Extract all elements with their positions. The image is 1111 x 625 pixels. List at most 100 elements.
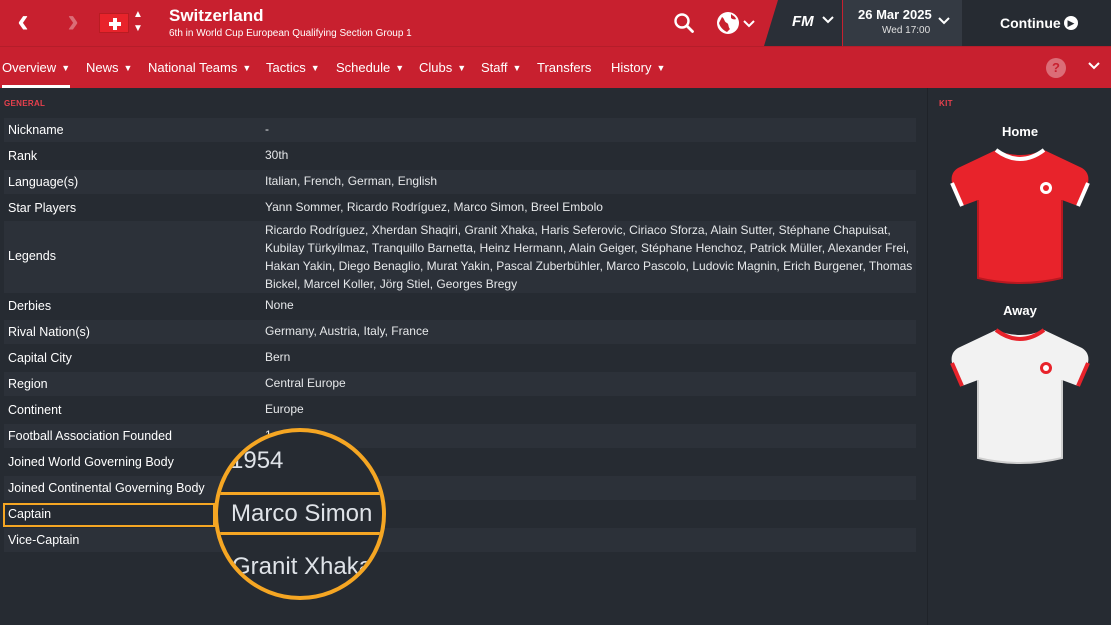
magnified-vice-captain: Granit Xhaka bbox=[232, 553, 373, 580]
general-section-title: GENERAL bbox=[4, 99, 46, 108]
menu-national-teams-label: National Teams bbox=[148, 60, 238, 75]
away-shirt-icon[interactable] bbox=[948, 326, 1092, 468]
info-row-joined-world-body: Joined World Governing Body bbox=[4, 450, 916, 474]
info-label: Rival Nation(s) bbox=[8, 325, 90, 339]
play-icon: ▶ bbox=[1064, 16, 1078, 30]
chevron-down-icon: ▼ bbox=[123, 63, 133, 73]
switzerland-flag-icon bbox=[99, 13, 129, 33]
continue-label: Continue bbox=[1000, 15, 1061, 31]
info-value: Italian, French, German, English bbox=[265, 174, 438, 188]
current-time: Wed 17:00 bbox=[882, 25, 931, 36]
chevron-down-icon: ▼ bbox=[242, 63, 252, 73]
menu-history-label: History bbox=[611, 60, 652, 75]
title-bar: ‹ › ▲ ▼ Switzerland 6th in World Cup Eur… bbox=[0, 0, 1111, 46]
info-row-capital-city: Capital City Bern bbox=[4, 346, 916, 370]
info-value[interactable]: Ricardo Rodríguez, Xherdan Shaqiri, Gran… bbox=[265, 221, 915, 293]
info-label: Rank bbox=[8, 149, 38, 163]
globe-menu-button[interactable] bbox=[716, 10, 758, 36]
info-label: Language(s) bbox=[8, 175, 79, 189]
info-label: Continent bbox=[8, 403, 62, 417]
fm-logo: FM bbox=[792, 13, 814, 30]
info-value[interactable]: Germany, Austria, Italy, France bbox=[265, 322, 915, 340]
page-title: Switzerland bbox=[169, 6, 264, 25]
info-label: Capital City bbox=[8, 351, 72, 365]
info-label: Star Players bbox=[8, 201, 77, 215]
info-label: Joined Continental Governing Body bbox=[8, 481, 205, 495]
info-row-joined-continental-body: Joined Continental Governing Body bbox=[4, 476, 916, 500]
info-value: - bbox=[265, 122, 269, 136]
menu-schedule[interactable]: Schedule ▼ bbox=[336, 47, 404, 89]
info-row-rival-nations: Rival Nation(s) Germany, Austria, Italy,… bbox=[4, 320, 916, 344]
menu-transfers-label: Transfers bbox=[537, 60, 592, 75]
chevron-down-icon: ▼ bbox=[310, 63, 320, 73]
kit-panel: KIT Home Away bbox=[927, 88, 1111, 625]
menu-staff-label: Staff bbox=[481, 60, 508, 75]
info-row-region: Region Central Europe bbox=[4, 372, 916, 396]
general-panel: GENERAL Nickname - Rank 30th Language(s)… bbox=[0, 88, 926, 625]
menu-clubs-label: Clubs bbox=[419, 60, 453, 75]
info-value: 30th bbox=[265, 148, 289, 162]
menu-staff[interactable]: Staff ▼ bbox=[481, 47, 521, 89]
current-date: 26 Mar 2025 bbox=[858, 7, 932, 22]
forward-arrow-icon[interactable]: › bbox=[56, 4, 90, 40]
magnified-year: 1954 bbox=[230, 447, 284, 474]
menu-national-teams[interactable]: National Teams ▼ bbox=[148, 47, 251, 89]
info-row-rank: Rank 30th bbox=[4, 144, 916, 168]
home-shirt-icon[interactable] bbox=[948, 146, 1092, 288]
chevron-down-icon bbox=[938, 14, 950, 29]
away-kit-label: Away bbox=[1003, 303, 1037, 318]
info-row-nickname: Nickname - bbox=[4, 118, 916, 142]
menu-clubs[interactable]: Clubs ▼ bbox=[419, 47, 466, 89]
chevron-down-icon: ▼ bbox=[457, 63, 467, 73]
magnifier-line bbox=[218, 492, 382, 495]
menu-transfers[interactable]: Transfers bbox=[537, 47, 591, 89]
info-row-continent: Continent Europe bbox=[4, 398, 916, 422]
chevron-down-icon: ▼ bbox=[512, 63, 522, 73]
main-menu-bar: Overview ▼ News ▼ National Teams ▼ Tactics ▼… bbox=[0, 46, 1111, 89]
magnified-captain: Marco Simon bbox=[231, 500, 373, 527]
menu-news[interactable]: News ▼ bbox=[86, 47, 132, 89]
menu-history[interactable]: History ▼ bbox=[611, 47, 665, 89]
chevron-down-icon[interactable]: ▼ bbox=[132, 23, 144, 35]
info-label: Joined World Governing Body bbox=[8, 455, 174, 469]
search-icon[interactable] bbox=[672, 11, 696, 35]
menu-schedule-label: Schedule bbox=[336, 60, 391, 75]
chevron-up-icon[interactable]: ▲ bbox=[132, 9, 144, 21]
info-label: Nickname bbox=[8, 123, 64, 137]
fm-menu-button[interactable]: FM bbox=[764, 0, 842, 46]
info-value[interactable]: Europe bbox=[265, 400, 915, 418]
info-row-star-players: Star Players Yann Sommer, Ricardo Rodríg… bbox=[4, 196, 916, 220]
info-row-derbies: Derbies None bbox=[4, 294, 916, 318]
chevron-down-icon: ▼ bbox=[61, 63, 71, 73]
continue-button[interactable]: Continue ▶ bbox=[962, 0, 1111, 46]
menu-tactics[interactable]: Tactics ▼ bbox=[266, 47, 320, 89]
info-label: Legends bbox=[8, 249, 56, 263]
help-icon[interactable]: ? bbox=[1046, 58, 1066, 78]
info-label: Derbies bbox=[8, 299, 52, 313]
menu-tactics-label: Tactics bbox=[266, 60, 306, 75]
info-value: None bbox=[265, 298, 294, 312]
captain-highlight-box bbox=[3, 503, 215, 527]
chevron-down-icon: ▼ bbox=[656, 63, 666, 73]
date-display[interactable]: 26 Mar 2025 Wed 17:00 bbox=[843, 0, 962, 46]
magnifier-line bbox=[218, 532, 382, 535]
info-row-legends: Legends Ricardo Rodríguez, Xherdan Shaqi… bbox=[4, 221, 916, 293]
back-arrow-icon[interactable]: ‹ bbox=[6, 4, 40, 40]
home-kit-label: Home bbox=[1001, 124, 1039, 139]
magnifier-callout: 1954 Marco Simon Granit Xhaka bbox=[214, 428, 386, 600]
kit-section-title: KIT bbox=[939, 99, 953, 108]
info-row-languages: Language(s) Italian, French, German, Eng… bbox=[4, 170, 916, 194]
menu-overview[interactable]: Overview ▼ bbox=[2, 47, 71, 89]
chevron-down-icon[interactable] bbox=[1088, 59, 1100, 74]
info-row-vice-captain: Vice-Captain bbox=[4, 528, 916, 552]
info-value[interactable]: Bern bbox=[265, 348, 915, 366]
info-label: Vice-Captain bbox=[8, 533, 80, 547]
info-value[interactable]: Yann Sommer, Ricardo Rodríguez, Marco Si… bbox=[265, 198, 915, 216]
chevron-down-icon bbox=[822, 13, 834, 28]
menu-overview-label: Overview bbox=[2, 60, 57, 75]
globe-icon bbox=[717, 12, 755, 34]
page-subtitle[interactable]: 6th in World Cup European Qualifying Sec… bbox=[169, 28, 412, 39]
info-label: Region bbox=[8, 377, 48, 391]
info-value[interactable]: Central Europe bbox=[265, 374, 915, 392]
menu-news-label: News bbox=[86, 60, 119, 75]
